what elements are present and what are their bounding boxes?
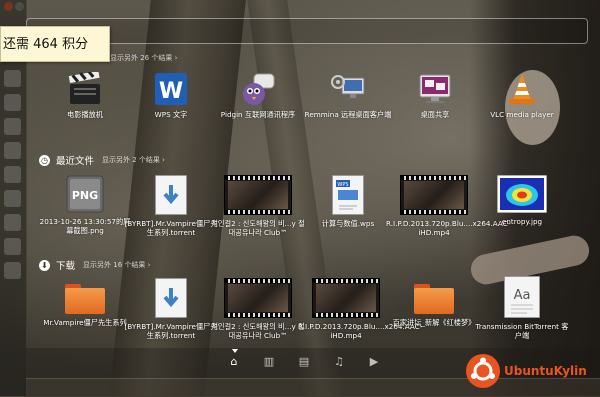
svg-text:WPS: WPS [337,182,348,188]
app-item-label: Pidgin 互联网通讯程序 [220,110,296,119]
video-thumbnail-icon [312,278,380,318]
recent-item-wps-doc[interactable]: WPS 计算与数值.wps [300,175,396,228]
remmina-icon [330,72,366,106]
download-item-label: R.I.P.D.2013.720p.Blu....x264.AAC-iHD.mp… [298,322,423,340]
recent-item-label: entropy.jpg [501,217,543,226]
clapperboard-icon [68,69,102,106]
home-lens-icon[interactable]: ⌂ [228,356,240,368]
video-lens-icon[interactable]: ▶ [368,356,380,368]
app-item-label: WPS 文字 [154,110,188,119]
video-thumbnail-icon [224,278,292,318]
download-item-transmission[interactable]: Aa Transmission BitTorrent 客户端 [474,276,570,340]
recent-item-entropy[interactable]: entropy.jpg [474,174,570,226]
music-lens-icon[interactable]: ♫ [333,356,345,368]
app-item-movie-player[interactable]: 电影播放机 [37,69,133,119]
points-tooltip: 还需 464 积分 [0,26,110,62]
download-item-label: 적인걸2 : 신도해왕의 비...y 절대공유나라 Club™ [211,322,305,340]
desktop-sharing-icon [418,72,452,106]
vlc-cone-icon [505,72,539,106]
files-lens-icon[interactable]: ▤ [298,356,310,368]
app-item-label: 桌面共享 [420,110,450,119]
recent-item-label: 计算与数值.wps [321,219,375,228]
apps-more-results-link[interactable]: 显示另外 26 个结果 [110,53,177,63]
launcher-item[interactable] [4,142,21,159]
ubuntukylin-watermark: UbuntuKylin [466,353,587,389]
app-item-label: Remmina 远程桌面客户端 [304,110,392,119]
download-file-icon [155,175,187,215]
svg-text:Aa: Aa [514,288,531,303]
active-lens-indicator [232,349,238,353]
clock-icon: ◷ [39,154,50,166]
svg-text:PNG: PNG [72,189,98,202]
app-item-label: 电影播放机 [67,110,103,119]
app-item-label: VLC media player [490,110,554,119]
download-item-torrent[interactable]: [BYRBT].Mr.Vampire僵尸先生系列.torrent [123,278,219,340]
recent-item-label: R.I.P.D.2013.720p.Blu....x264.AAC-iHD.mp… [386,219,511,237]
launcher-item[interactable] [4,118,21,135]
launcher-item[interactable] [4,190,21,207]
wps-document-icon: WPS [332,175,364,215]
video-thumbnail-icon [400,175,468,215]
video-thumbnail-icon [224,175,292,215]
launcher-item[interactable] [4,94,21,111]
recent-files-title: 最近文件 [56,156,95,167]
recent-item-torrent[interactable]: [BYRBT].Mr.Vampire僵尸先生系列.torrent [123,175,219,237]
tooltip-text: 还需 464 积分 [3,37,89,52]
brand-text: UbuntuKylin [504,364,587,378]
app-item-pidgin[interactable]: Pidgin 互联网通讯程序 [210,72,306,119]
app-item-desktop-sharing[interactable]: 桌面共享 [387,72,483,119]
apps-section-header: 显示另外 26 个结果 [110,50,177,66]
download-item-hongloumeng-folder[interactable]: 百家讲坛_新解《红楼梦》 [386,280,482,327]
download-item-label: Mr.Vampire僵尸先生系列 [43,318,127,327]
downloads-title: 下载 [56,261,76,272]
app-item-wps-writer[interactable]: W WPS 文字 [123,72,219,119]
transmission-icon: Aa [504,276,540,318]
recent-item-screenshot[interactable]: PNG 2013-10-26 13:30:57的屏幕截图.png [37,175,133,235]
recent-more-results-link[interactable]: 显示另外 2 个结果 [102,155,165,165]
download-item-label: [BYRBT].Mr.Vampire僵尸先生系列.torrent [124,322,218,340]
ubuntu-logo-icon [466,354,500,388]
dash-search-input[interactable] [26,18,588,44]
download-item-label: 百家讲坛_新解《红楼梦》 [392,318,476,327]
launcher-item[interactable] [4,166,21,183]
app-item-remmina[interactable]: Remmina 远程桌面客户端 [300,72,396,119]
download-item-mr-vampire-folder[interactable]: Mr.Vampire僵尸先生系列 [37,280,133,327]
downloads-more-results-link[interactable]: 显示另外 16 个结果 [83,260,150,270]
recent-item-korean-video[interactable]: 적인걸2 : 신도해왕의 비...y 절대공유나라 Club™ [210,175,306,237]
app-item-vlc[interactable]: VLC media player [474,72,570,119]
download-arrow-icon: ⬇ [39,259,50,271]
folder-icon [414,284,454,314]
wps-writer-icon: W [154,72,188,106]
download-item-korean-video[interactable]: 적인걸2 : 신도해왕의 비...y 절대공유나라 Club™ [210,278,306,340]
recent-item-label: [BYRBT].Mr.Vampire僵尸先生系列.torrent [124,219,218,237]
recent-files-section-header: ◷ 最近文件 显示另外 2 个结果 [39,152,165,168]
launcher-item[interactable] [4,214,21,231]
recent-item-label: 적인걸2 : 신도해왕의 비...y 절대공유나라 Club™ [211,219,305,237]
pidgin-icon [240,72,276,106]
download-item-ripd-video[interactable]: R.I.P.D.2013.720p.Blu....x264.AAC-iHD.mp… [298,278,423,340]
applications-lens-icon[interactable]: ▥ [263,356,275,368]
png-file-icon: PNG [66,175,104,213]
launcher-item[interactable] [4,262,21,279]
launcher-item[interactable] [4,70,21,87]
download-file-icon [155,278,187,318]
svg-text:W: W [159,79,183,104]
downloads-section-header: ⬇ 下载 显示另外 16 个结果 [39,257,150,273]
recent-item-label: 2013-10-26 13:30:57的屏幕截图.png [39,217,131,235]
folder-icon [65,284,105,314]
recent-item-ripd-video[interactable]: R.I.P.D.2013.720p.Blu....x264.AAC-iHD.mp… [386,175,511,237]
launcher-item[interactable] [4,238,21,255]
image-thumbnail-icon [496,174,548,214]
download-item-label: Transmission BitTorrent 客户端 [475,322,569,340]
